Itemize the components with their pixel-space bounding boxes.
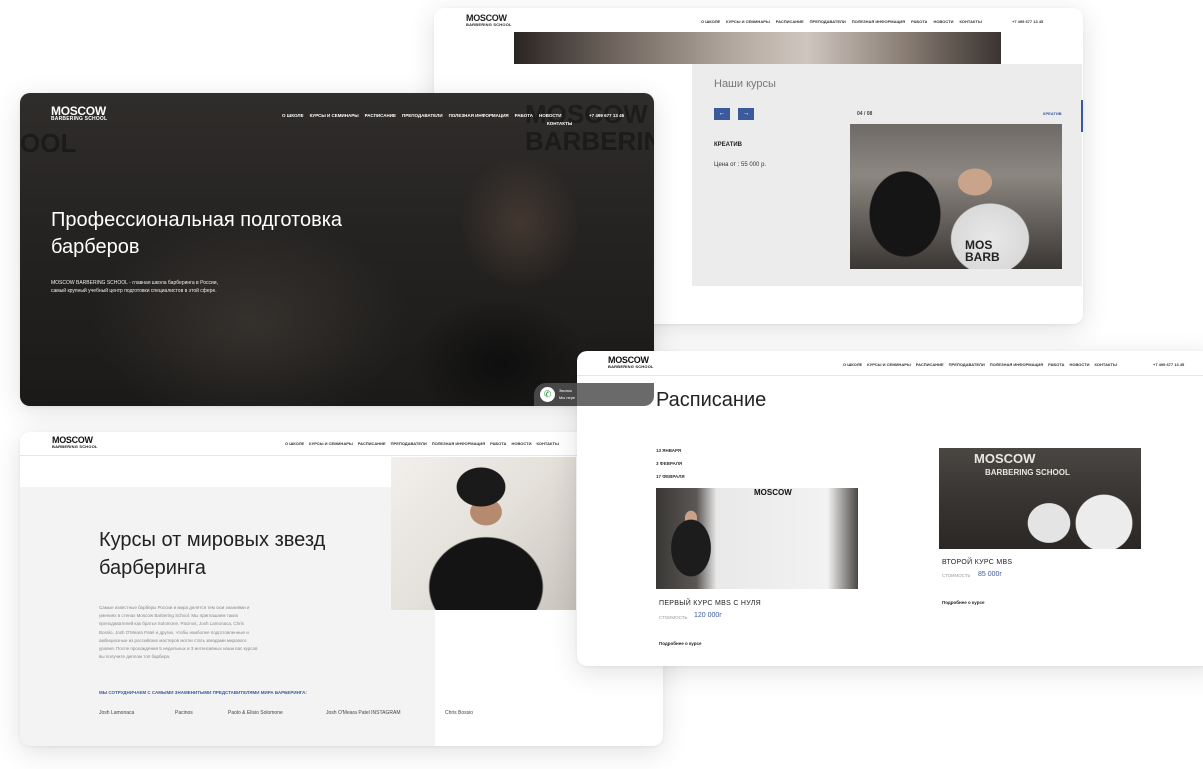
course-photo: MOS BARB [850, 124, 1062, 269]
barber-name[interactable]: Paolo & Elisio Solomone [228, 710, 283, 716]
nav-item-jobs[interactable]: РАБОТА [490, 441, 506, 446]
course2-photo: MOSCOW BARBERING SCHOOL [939, 448, 1141, 549]
header-divider [577, 375, 1203, 376]
course1-cost: 120 000г [694, 612, 722, 619]
nav-item-schedule[interactable]: РАСПИСАНИЕ [358, 441, 386, 446]
nav-item-courses[interactable]: КУРСЫ И СЕМИНАРЫ [310, 113, 359, 118]
date-item[interactable]: 17 ФЕВРАЛЯ [656, 474, 685, 479]
date-item[interactable]: 3 ФЕВРАЛЯ [656, 461, 682, 466]
nav-item-schedule[interactable]: РАСПИСАНИЕ [365, 113, 396, 118]
nav-item-news[interactable]: НОВОСТИ [933, 19, 953, 24]
nav-item-jobs[interactable]: РАБОТА [515, 113, 533, 118]
course2-more-link[interactable]: Подробнее о курсе [942, 600, 984, 605]
main-nav: О ШКОЛЕ КУРСЫ И СЕМИНАРЫ РАСПИСАНИЕ ПРЕП… [843, 362, 1117, 367]
nav-item-teachers[interactable]: ПРЕПОДАВАТЕЛИ [810, 19, 846, 24]
wall-lettering: MOSCOW BARBERING SC [525, 99, 654, 157]
barber-name[interactable]: Josh O'Meara Patel INSTAGRAM [326, 710, 401, 716]
main-nav: О ШКОЛЕ КУРСЫ И СЕМИНАРЫ РАСПИСАНИЕ ПРЕП… [282, 113, 562, 118]
whiteboard-text: MOSCOW [754, 488, 792, 497]
wall-lettering-left: OOL [20, 128, 77, 158]
nav-item-about[interactable]: О ШКОЛЕ [282, 113, 304, 118]
photo-wall-text-2: BARBERING SCHOOL [985, 468, 1070, 477]
phone-number[interactable]: +7 499 677 13 45 [589, 113, 624, 118]
photo-wall-text: MOSCOW [974, 451, 1036, 466]
next-arrow-button[interactable]: → [738, 108, 754, 120]
scroll-indicator [1081, 100, 1083, 132]
course2-name[interactable]: ВТОРОЙ КУРС MBS [942, 559, 1012, 566]
section-description: Самые известные барберы России и мира де… [99, 605, 258, 660]
course1-photo: MOSCOW [656, 488, 858, 589]
logo[interactable]: MOSCOW BARBERING SCHOOL [51, 105, 107, 122]
nav-item-info[interactable]: ПОЛЕЗНАЯ ИНФОРМАЦИЯ [990, 362, 1043, 367]
collab-heading: МЫ СОТРУДНИЧАЕМ С САМЫМИ ЗНАМЕНИТЫМИ ПРЕ… [99, 690, 307, 695]
course-category-link[interactable]: КРЕАТИВ [1043, 111, 1062, 116]
course1-more-link[interactable]: Подробнее о курсе [659, 641, 701, 646]
barber-name[interactable]: Pacinos [175, 710, 193, 716]
course-name: КРЕАТИВ [714, 142, 743, 148]
photo-apron-text: MOS BARB [965, 238, 1000, 264]
logo-line2: BARBERING SCHOOL [52, 444, 98, 449]
barber-name[interactable]: Josh Lamonaca [99, 710, 134, 716]
nav-item-info[interactable]: ПОЛЕЗНАЯ ИНФОРМАЦИЯ [852, 19, 905, 24]
prev-arrow-button[interactable]: ← [714, 108, 730, 120]
hero-page-screenshot: MOSCOW BARBERING SC OOL MOSCOW BARBERING… [20, 93, 654, 406]
courses-panel: Наши курсы ← → 04 / 08 КРЕАТИВ КРЕАТИВ Ц… [692, 64, 1082, 286]
logo[interactable]: MOSCOW BARBERING SCHOOL [466, 14, 512, 27]
main-nav: О ШКОЛЕ КУРСЫ И СЕМИНАРЫ РАСПИСАНИЕ ПРЕП… [701, 19, 982, 24]
course2-cost-label: СТОИМОСТЬ [942, 573, 971, 578]
schedule-page-screenshot: MOSCOW BARBERING SCHOOL О ШКОЛЕ КУРСЫ И … [577, 351, 1203, 666]
nav-item-courses[interactable]: КУРСЫ И СЕМИНАРЫ [867, 362, 911, 367]
date-item[interactable]: 13 ЯНВАРЯ [656, 448, 681, 453]
nav-item-info[interactable]: ПОЛЕЗНАЯ ИНФОРМАЦИЯ [449, 113, 509, 118]
barber-name[interactable]: Chris Bossio [445, 710, 473, 716]
nav-item-jobs[interactable]: РАБОТА [911, 19, 927, 24]
phone-icon[interactable]: ✆ [540, 387, 555, 402]
nav-item-news[interactable]: НОВОСТИ [539, 113, 562, 118]
nav-item-schedule[interactable]: РАСПИСАНИЕ [776, 19, 804, 24]
nav-item-about[interactable]: О ШКОЛЕ [701, 19, 720, 24]
course1-cost-label: СТОИМОСТЬ [659, 615, 688, 620]
slide-counter: 04 / 08 [857, 111, 873, 117]
nav-item-teachers[interactable]: ПРЕПОДАВАТЕЛИ [949, 362, 985, 367]
hero-description: MOSCOW BARBERING SCHOOL - главная школа … [51, 280, 218, 294]
callback-widget-text: Звонок Мы пере [559, 388, 576, 400]
nav-item-contacts[interactable]: КОНТАКТЫ [536, 441, 558, 446]
nav-item-contacts[interactable]: КОНТАКТЫ [547, 121, 572, 126]
logo[interactable]: MOSCOW BARBERING SCHOOL [608, 356, 654, 369]
nav-item-about[interactable]: О ШКОЛЕ [843, 362, 862, 367]
course2-cost: 85 000г [978, 571, 1002, 578]
nav-item-jobs[interactable]: РАБОТА [1048, 362, 1064, 367]
nav-item-news[interactable]: НОВОСТИ [1069, 362, 1089, 367]
stars-page-screenshot: MOSCOW BARBERING SCHOOL О ШКОЛЕ КУРСЫ И … [20, 432, 663, 746]
nav-item-teachers[interactable]: ПРЕПОДАВАТЕЛИ [391, 441, 427, 446]
logo-line2: BARBERING SCHOOL [608, 364, 654, 369]
logo-line2: BARBERING SCHOOL [51, 116, 108, 122]
nav-item-courses[interactable]: КУРСЫ И СЕМИНАРЫ [726, 19, 770, 24]
phone-number[interactable]: +7 499 677 13 45 [1153, 362, 1184, 367]
section-title: Наши курсы [714, 78, 776, 90]
section-title: Курсы от мировых звезд барберинга [99, 529, 326, 579]
nav-item-news[interactable]: НОВОСТИ [511, 441, 531, 446]
nav-item-about[interactable]: О ШКОЛЕ [285, 441, 304, 446]
course-price: Цена от : 55 000 р. [714, 162, 767, 168]
logo[interactable]: MOSCOW BARBERING SCHOOL [52, 436, 98, 449]
barber-photo [391, 457, 576, 610]
nav-item-schedule[interactable]: РАСПИСАНИЕ [916, 362, 944, 367]
section-title: Расписание [656, 389, 767, 411]
header-divider [20, 455, 663, 456]
nav-item-info[interactable]: ПОЛЕЗНАЯ ИНФОРМАЦИЯ [432, 441, 485, 446]
phone-number[interactable]: +7 499 677 13 45 [1012, 19, 1043, 24]
course1-name[interactable]: ПЕРВЫЙ КУРС MBS С НУЛЯ [659, 600, 761, 607]
top-photo [514, 32, 1001, 64]
nav-item-contacts[interactable]: КОНТАКТЫ [959, 19, 981, 24]
logo-line2: BARBERING SCHOOL [466, 22, 512, 27]
main-nav: О ШКОЛЕ КУРСЫ И СЕМИНАРЫ РАСПИСАНИЕ ПРЕП… [285, 441, 559, 446]
nav-item-teachers[interactable]: ПРЕПОДАВАТЕЛИ [402, 113, 443, 118]
nav-item-contacts[interactable]: КОНТАКТЫ [1094, 362, 1116, 367]
nav-item-courses[interactable]: КУРСЫ И СЕМИНАРЫ [309, 441, 353, 446]
hero-title: Профессиональная подготовка барберов [51, 209, 343, 258]
